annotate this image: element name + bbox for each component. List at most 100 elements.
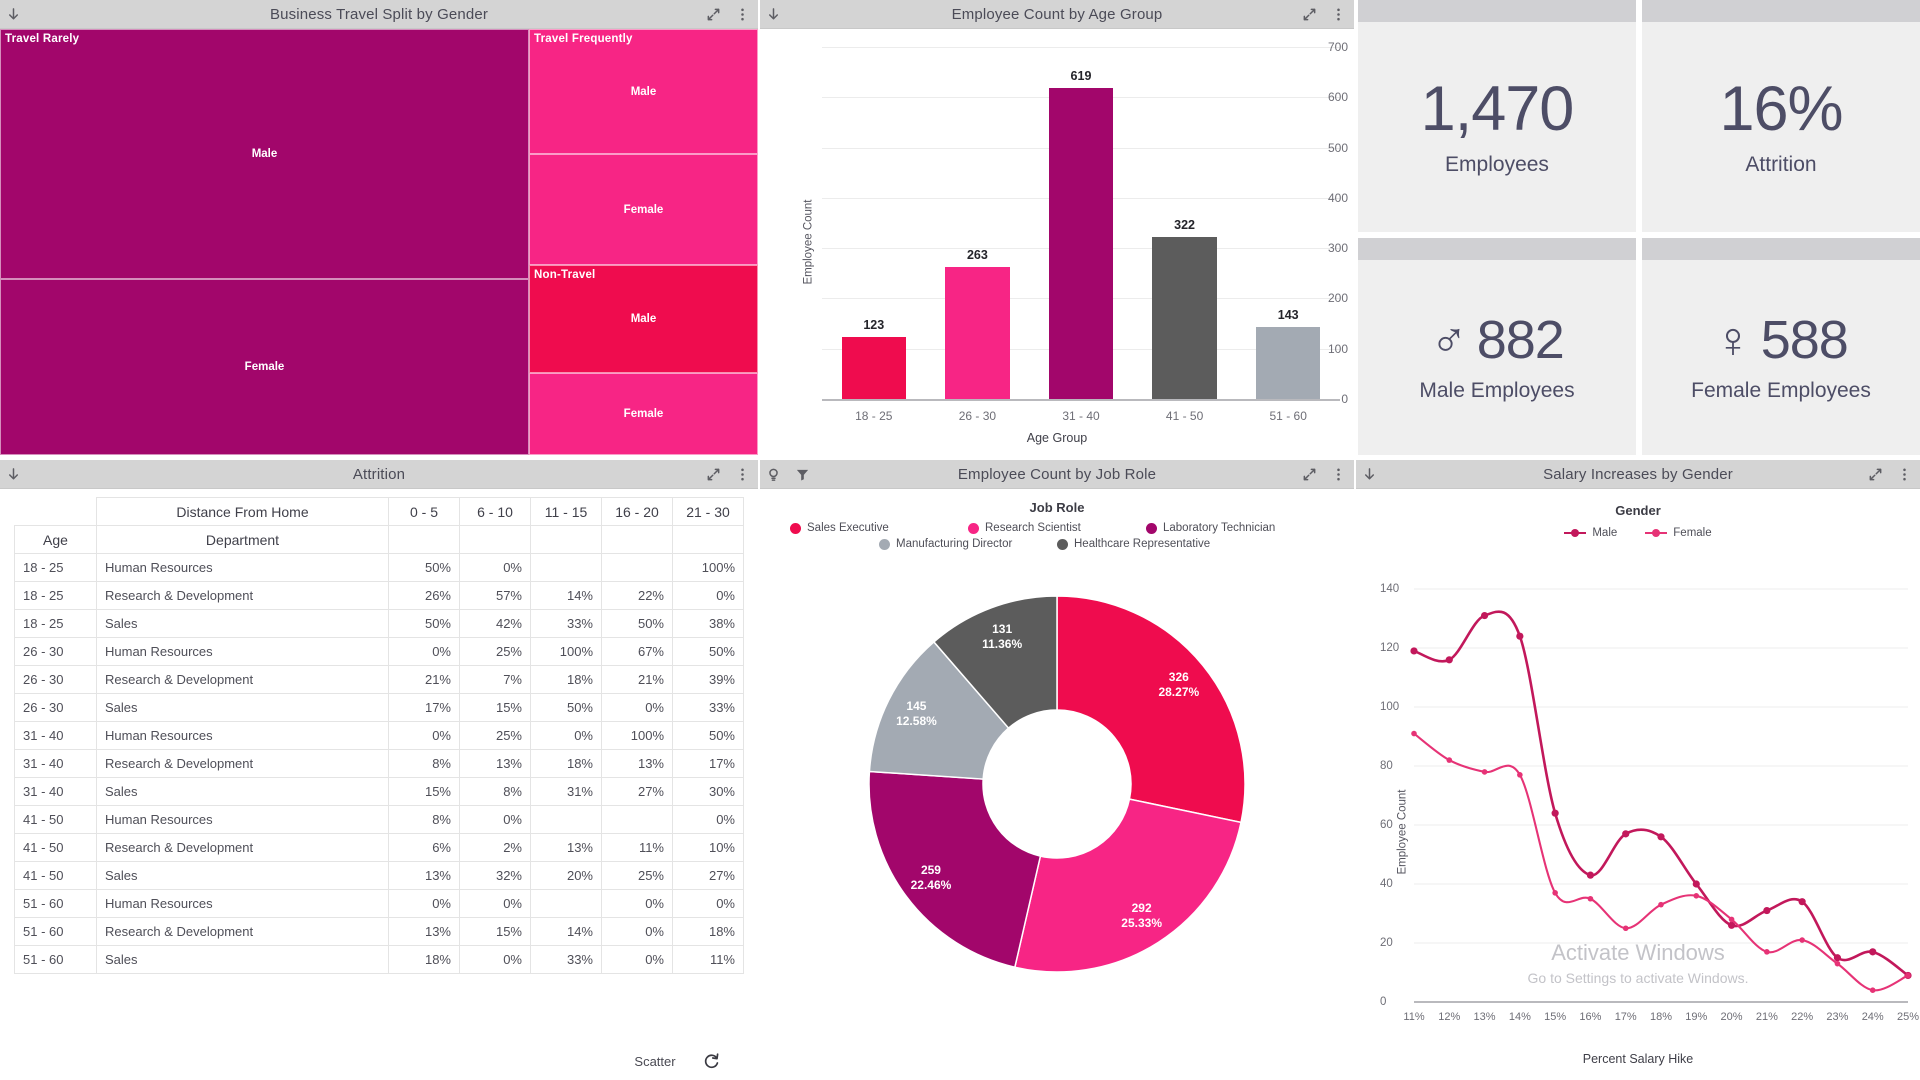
expand-icon[interactable] <box>1868 467 1883 482</box>
expand-icon[interactable] <box>1302 7 1317 22</box>
line-data-point[interactable] <box>1728 916 1735 923</box>
bar-rect[interactable] <box>841 337 906 399</box>
cell-attrition-pct: 2% <box>459 833 531 862</box>
panel-header-right-icons <box>1302 460 1346 489</box>
bar-column[interactable]: 123 <box>841 318 906 399</box>
legend-item[interactable]: Sales Executive <box>790 522 968 534</box>
more-vertical-icon[interactable] <box>1331 467 1346 482</box>
table-row[interactable]: 51 - 60 Human Resources 0% 0% 0% 0% <box>14 889 744 918</box>
more-vertical-icon[interactable] <box>1897 467 1912 482</box>
line-data-point[interactable] <box>1410 647 1418 655</box>
bar-column[interactable]: 263 <box>945 248 1010 399</box>
table-row[interactable]: 18 - 25 Human Resources 50% 0% 100% <box>14 553 744 582</box>
lightbulb-icon[interactable] <box>766 467 781 482</box>
table-row[interactable]: 41 - 50 Sales 13% 32% 20% 25% 27% <box>14 861 744 890</box>
kpi-card-attrition[interactable]: 16% Attrition <box>1642 0 1920 232</box>
line-data-point[interactable] <box>1763 906 1771 915</box>
line-data-point[interactable] <box>1516 632 1524 640</box>
download-arrow-icon[interactable] <box>6 7 21 22</box>
table-row[interactable]: 31 - 40 Human Resources 0% 25% 0% 100% 50% <box>14 721 744 750</box>
line-series-path[interactable] <box>1412 610 1910 977</box>
bar-column[interactable]: 143 <box>1256 308 1321 399</box>
donut-slice[interactable] <box>1056 595 1246 824</box>
download-arrow-icon[interactable] <box>766 7 781 22</box>
table-row[interactable]: 18 - 25 Research & Development 26% 57% 14% 22… <box>14 581 744 610</box>
line-data-point[interactable] <box>1869 987 1876 993</box>
kpi-card-employees[interactable]: 1,470 Employees <box>1358 0 1636 232</box>
cell-attrition-pct: 27% <box>672 861 744 890</box>
line-data-point[interactable] <box>1692 880 1700 888</box>
legend-item[interactable]: Laboratory Technician <box>1146 522 1324 534</box>
line-data-point[interactable] <box>1799 937 1805 943</box>
legend-item[interactable]: Manufacturing Director <box>879 538 1057 550</box>
treemap-cell-frequently-female[interactable]: Female <box>529 154 758 265</box>
line-data-point[interactable] <box>1834 960 1841 967</box>
download-arrow-icon[interactable] <box>6 467 21 482</box>
bar-column[interactable]: 322 <box>1152 218 1217 399</box>
treemap-cell-nontravel-male[interactable]: Non-Travel Male <box>529 265 758 373</box>
bar-rect[interactable] <box>945 266 1010 399</box>
donut-body: Job Role Sales Executive Research Scienti… <box>760 489 1354 1080</box>
line-data-point[interactable] <box>1552 890 1558 896</box>
scatter-label[interactable]: Scatter <box>634 1054 675 1069</box>
expand-icon[interactable] <box>1302 467 1317 482</box>
line-data-point[interactable] <box>1798 898 1806 906</box>
line-data-point[interactable] <box>1657 833 1665 841</box>
more-vertical-icon[interactable] <box>735 7 750 22</box>
bar-rect[interactable] <box>1152 237 1217 399</box>
line-data-point[interactable] <box>1586 871 1595 879</box>
line-series-path[interactable] <box>1412 732 1910 992</box>
line-data-point[interactable] <box>1480 611 1489 620</box>
line-data-point[interactable] <box>1587 895 1594 902</box>
expand-icon[interactable] <box>706 7 721 22</box>
legend-item[interactable]: Healthcare Representative <box>1057 538 1235 550</box>
cell-attrition-pct: 0% <box>601 917 673 946</box>
line-data-point[interactable] <box>1622 830 1630 838</box>
table-row[interactable]: 41 - 50 Human Resources 8% 0% 0% <box>14 805 744 834</box>
cell-department: Sales <box>96 609 389 638</box>
line-data-point[interactable] <box>1693 893 1700 899</box>
table-row[interactable]: 41 - 50 Research & Development 6% 2% 13% 11% 1… <box>14 833 744 862</box>
table-row[interactable]: 18 - 25 Sales 50% 42% 33% 50% 38% <box>14 609 744 638</box>
bar-column[interactable]: 619 <box>1048 69 1114 399</box>
filter-funnel-icon[interactable] <box>795 467 810 482</box>
line-data-point[interactable] <box>1446 757 1453 763</box>
line-data-point[interactable] <box>1658 901 1664 908</box>
bar-rect[interactable] <box>1048 87 1114 399</box>
table-row[interactable]: 26 - 30 Human Resources 0% 25% 100% 67% 50% <box>14 637 744 666</box>
line-data-point[interactable] <box>1481 769 1488 775</box>
line-data-point[interactable] <box>1551 809 1559 817</box>
treemap-cell-nontravel-female[interactable]: Female <box>529 373 758 455</box>
bar-rect[interactable] <box>1256 327 1321 399</box>
line-data-point[interactable] <box>1764 949 1770 955</box>
donut-slice[interactable] <box>1013 798 1242 973</box>
line-data-point[interactable] <box>1905 972 1911 979</box>
table-row[interactable]: 31 - 40 Sales 15% 8% 31% 27% 30% <box>14 777 744 806</box>
treemap-cell-rarely-male[interactable]: Travel Rarely Male <box>0 29 529 279</box>
line-data-point[interactable] <box>1869 948 1877 956</box>
line-data-point[interactable] <box>1517 772 1523 778</box>
attrition-table[interactable]: Distance From Home 0 - 5 6 - 10 11 - 15 … <box>14 497 744 974</box>
table-row[interactable]: 26 - 30 Sales 17% 15% 50% 0% 33% <box>14 693 744 722</box>
line-data-point[interactable] <box>1622 925 1629 932</box>
download-arrow-icon[interactable] <box>1362 467 1377 482</box>
line-data-point[interactable] <box>1445 656 1453 664</box>
expand-icon[interactable] <box>706 467 721 482</box>
table-row[interactable]: 51 - 60 Research & Development 13% 15% 14% 0%… <box>14 917 744 946</box>
table-row[interactable]: 51 - 60 Sales 18% 0% 33% 0% 11% <box>14 945 744 974</box>
kpi-card-male-employees[interactable]: ♂ 882 Male Employees <box>1358 238 1636 455</box>
line-data-point[interactable] <box>1411 730 1417 737</box>
table-row[interactable]: 31 - 40 Research & Development 8% 13% 18% 13%… <box>14 749 744 778</box>
reset-icon[interactable] <box>702 1051 722 1071</box>
kpi-card-female-employees[interactable]: ♀ 588 Female Employees <box>1642 238 1920 455</box>
table-row[interactable]: 26 - 30 Research & Development 21% 7% 18% 21%… <box>14 665 744 694</box>
cell-attrition-pct: 20% <box>530 861 602 890</box>
more-vertical-icon[interactable] <box>735 467 750 482</box>
legend-item[interactable]: Research Scientist <box>968 522 1146 534</box>
donut-slice[interactable] <box>868 770 1042 969</box>
line-data-point[interactable] <box>1833 954 1842 962</box>
treemap-cell-rarely-female[interactable]: Female <box>0 279 529 455</box>
treemap-cell-frequently-male[interactable]: Travel Frequently Male <box>529 29 758 154</box>
more-vertical-icon[interactable] <box>1331 7 1346 22</box>
panel-header: Business Travel Split by Gender <box>0 0 758 29</box>
